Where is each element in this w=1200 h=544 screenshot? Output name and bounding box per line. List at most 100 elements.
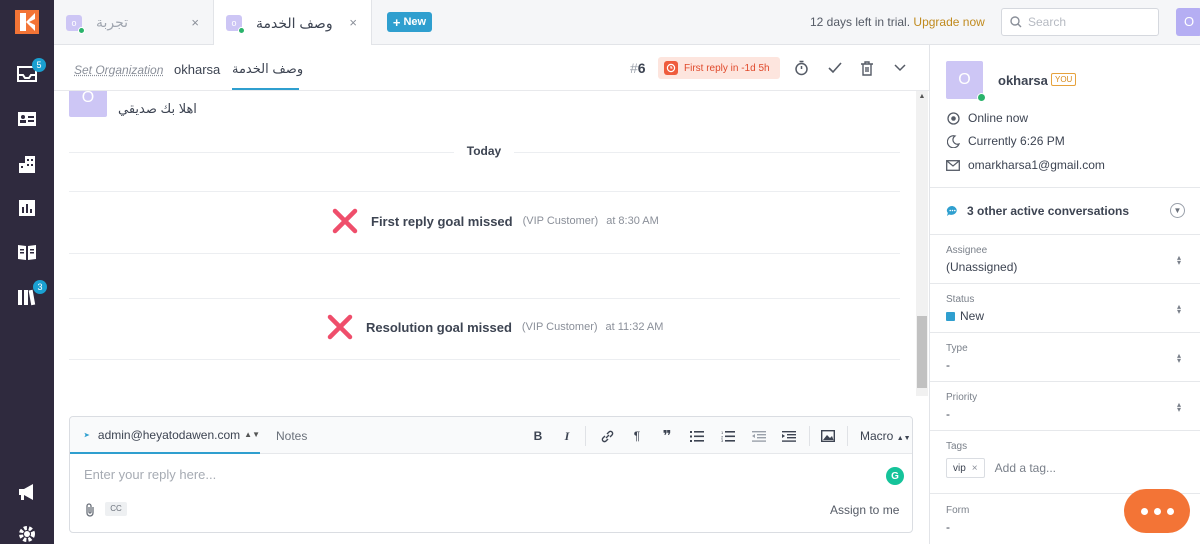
add-tag-input[interactable]: Add a tag... <box>995 461 1056 475</box>
kayako-logo-icon[interactable] <box>15 10 39 34</box>
priority-field[interactable]: Priority - ▴ ▾ <box>930 382 1200 431</box>
close-icon[interactable]: × <box>349 15 357 30</box>
tags-area: vip × Add a tag... <box>946 458 1056 478</box>
link-button[interactable] <box>599 428 615 444</box>
select-arrows-icon: ▴ ▾ <box>1176 253 1181 267</box>
rail-organizations-button[interactable] <box>15 152 39 176</box>
cc-button[interactable]: CC <box>105 502 127 516</box>
reply-input[interactable] <box>84 463 864 485</box>
type-field[interactable]: Type - ▴ ▾ <box>930 333 1200 382</box>
status-field[interactable]: Status New ▴ ▾ <box>930 284 1200 333</box>
customer-avatar[interactable]: O <box>946 61 986 102</box>
rail-announcements-button[interactable] <box>15 480 39 504</box>
timer-button[interactable] <box>792 59 810 77</box>
bold-button[interactable]: B <box>530 428 546 444</box>
rail-insights-button[interactable] <box>15 196 39 220</box>
rail-settings-button[interactable] <box>15 522 39 544</box>
select-arrows-icon: ▴ ▾ <box>1176 302 1181 316</box>
envelope-icon <box>946 159 960 171</box>
rail-contacts-button[interactable] <box>15 107 39 131</box>
indent-button[interactable] <box>781 428 797 444</box>
field-value: - <box>946 407 950 421</box>
chevron-down-icon[interactable]: ▼ <box>1170 203 1185 218</box>
timeline-scrollbar[interactable]: ▲ <box>916 91 928 396</box>
gear-icon <box>19 526 35 542</box>
left-nav-rail: 5 3 <box>0 0 54 544</box>
divider <box>930 187 1200 188</box>
quote-button[interactable]: ❞ <box>659 428 675 445</box>
search-input[interactable] <box>1028 15 1148 29</box>
new-button[interactable]: + New <box>387 12 432 32</box>
reply-from-tab[interactable]: admin@heyatodawen.com ▲▼ <box>70 417 260 454</box>
trial-text: 12 days left in trial. <box>810 15 911 29</box>
field-label: Priority <box>946 392 978 403</box>
event-time: at 11:32 AM <box>605 321 664 333</box>
sla-text: First reply in -1d 5h <box>684 62 770 74</box>
italic-button[interactable]: I <box>559 428 575 444</box>
conversation-subject[interactable]: وصف الخدمة <box>232 61 303 77</box>
divider <box>69 298 900 299</box>
trash-button[interactable] <box>858 59 876 77</box>
subject-underline <box>232 88 299 90</box>
grammarly-icon[interactable]: G <box>886 467 904 485</box>
outdent-icon <box>752 430 766 442</box>
toolbar-divider <box>809 426 810 446</box>
close-icon[interactable]: × <box>972 463 978 474</box>
divider <box>69 359 900 360</box>
from-address: admin@heyatodawen.com <box>97 427 241 442</box>
field-label: Type <box>946 343 968 354</box>
macro-dropdown[interactable]: Macro ▲▼ <box>860 429 911 443</box>
tab-avatar: o <box>226 15 245 34</box>
conversation-header: Set Organization okharsa وصف الخدمة #6 F… <box>54 45 929 91</box>
customer-email[interactable]: omarkharsa1@gmail.com <box>968 158 1105 172</box>
bullet-list-icon <box>690 430 704 442</box>
tab-conversation-2[interactable]: o وصف الخدمة × <box>214 0 372 46</box>
notes-tab[interactable]: Notes <box>276 429 307 443</box>
assignee-field[interactable]: Assignee (Unassigned) ▴ ▾ <box>930 235 1200 284</box>
open-book-icon <box>18 245 36 260</box>
contacts-card-icon <box>18 112 36 126</box>
chat-launcher-button[interactable] <box>1124 489 1190 533</box>
stopwatch-icon <box>794 60 808 76</box>
insert-image-button[interactable] <box>820 428 836 444</box>
message-text: اهلا بك صديقي <box>118 101 197 116</box>
numbered-list-icon: 123 <box>721 430 735 442</box>
customer-name[interactable]: okharsa <box>998 73 1048 88</box>
bullet-list-button[interactable] <box>689 428 705 444</box>
sla-event-resolution: Resolution goal missed (VIP Customer) at… <box>326 313 663 341</box>
search-icon <box>1010 16 1022 28</box>
divider <box>69 253 900 254</box>
scroll-up-arrow-icon[interactable]: ▲ <box>916 93 928 103</box>
online-dot <box>78 26 85 34</box>
composer-toolbar: admin@heyatodawen.com ▲▼ Notes B I ¶ ❞ 1… <box>70 417 912 454</box>
requester-name[interactable]: okharsa <box>174 62 220 77</box>
date-divider-label: Today <box>454 144 514 158</box>
sort-arrows-icon: ▲▼ <box>896 435 911 442</box>
scroll-thumb[interactable] <box>917 316 927 388</box>
field-value: - <box>946 358 950 372</box>
tag-chip[interactable]: vip × <box>946 458 985 478</box>
paragraph-button[interactable]: ¶ <box>629 428 645 444</box>
search-box[interactable] <box>1001 8 1159 36</box>
paperclip-icon[interactable] <box>83 502 97 518</box>
upgrade-link[interactable]: Upgrade now <box>913 15 984 29</box>
indent-icon <box>782 430 796 442</box>
close-icon[interactable]: × <box>191 15 199 30</box>
kb-count-badge: 3 <box>33 280 47 294</box>
numbered-list-button[interactable]: 123 <box>720 428 736 444</box>
assign-to-me-button[interactable]: Assign to me <box>830 503 899 517</box>
other-conversations-row[interactable]: 3 other active conversations <box>946 204 1129 218</box>
rail-helpcenter-button[interactable] <box>15 240 39 264</box>
customer-sidebar: O okharsa YOU Online now Currently 6:26 … <box>929 45 1200 544</box>
mark-complete-button[interactable] <box>826 59 844 77</box>
tab-conversation-1[interactable]: o تجربة × <box>54 0 214 45</box>
current-user-avatar[interactable]: O <box>1176 8 1200 36</box>
more-options-button[interactable] <box>891 59 909 77</box>
outdent-button[interactable] <box>751 428 767 444</box>
field-value: - <box>946 520 950 534</box>
set-organization-link[interactable]: Set Organization <box>74 63 163 77</box>
trial-notice: 12 days left in trial. Upgrade now <box>810 15 985 29</box>
tab-avatar: o <box>66 14 85 34</box>
link-icon <box>601 430 613 442</box>
conversation-number: #6 <box>630 60 646 76</box>
